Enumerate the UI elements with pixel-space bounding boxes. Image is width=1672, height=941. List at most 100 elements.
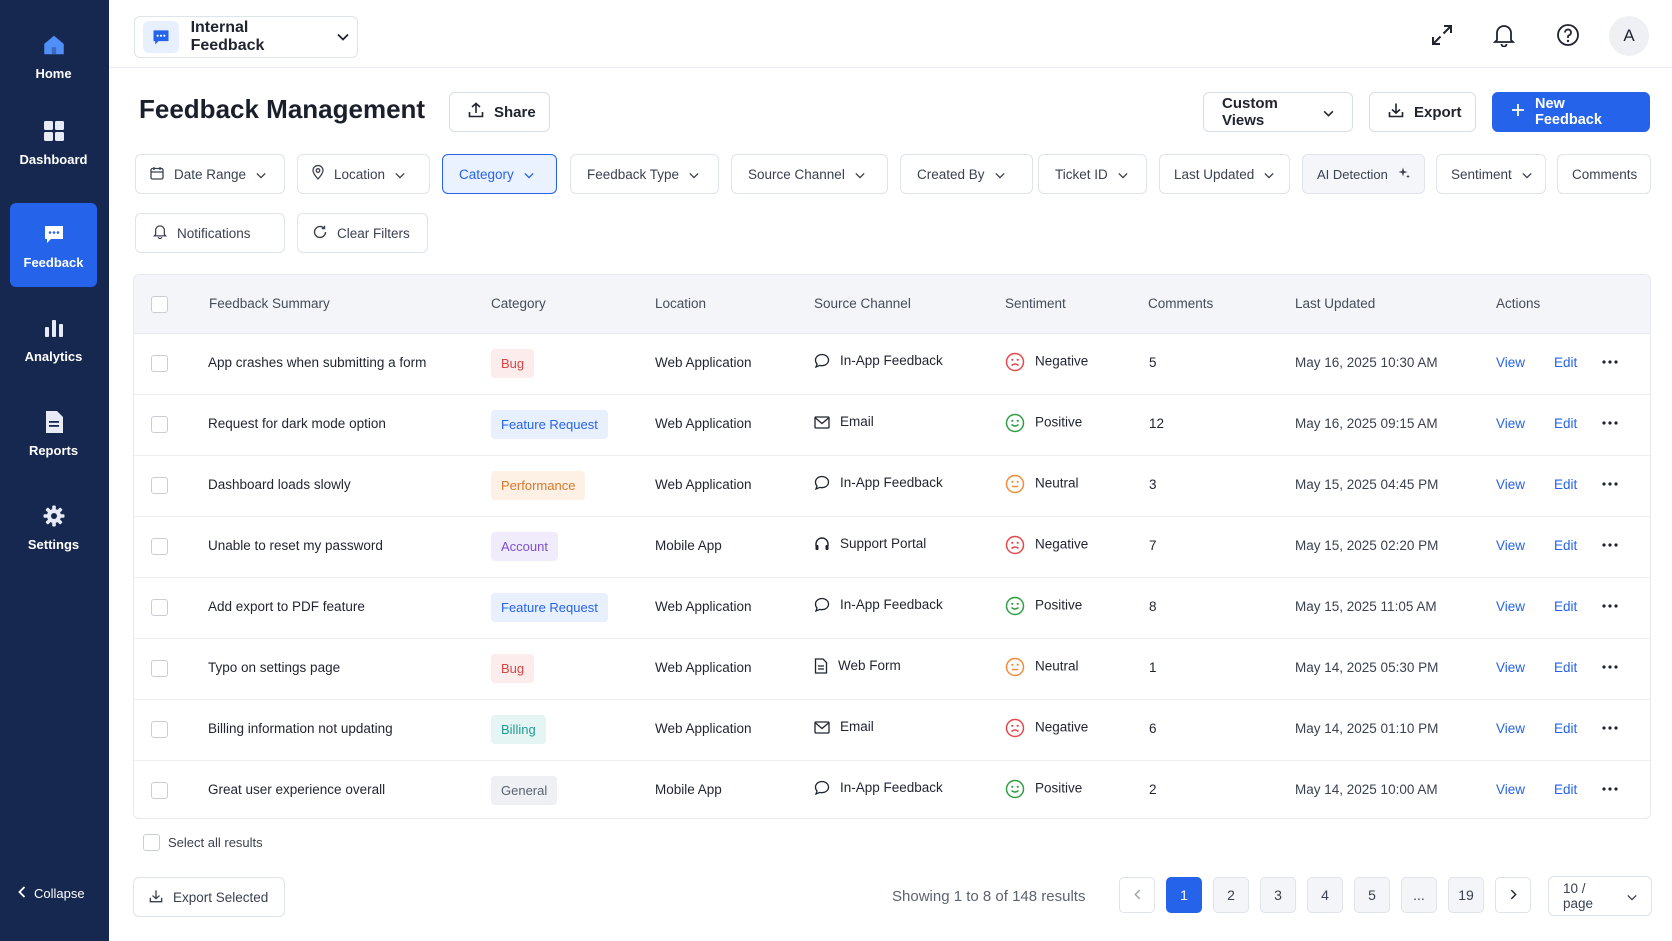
expand-icon[interactable]: [1429, 22, 1455, 48]
page-button[interactable]: 3: [1260, 877, 1296, 913]
edit-link[interactable]: Edit: [1554, 477, 1577, 492]
more-options-icon[interactable]: [1599, 657, 1621, 677]
filter-created-by[interactable]: Created By: [900, 154, 1033, 194]
more-options-icon[interactable]: [1599, 779, 1621, 799]
bell-icon[interactable]: [1491, 22, 1517, 48]
page-button[interactable]: 5: [1354, 877, 1390, 913]
table-row[interactable]: App crashes when submitting a form Bug Web…: [134, 334, 1650, 395]
page-button[interactable]: 1: [1166, 877, 1202, 913]
more-options-icon[interactable]: [1599, 535, 1621, 555]
page-button[interactable]: 4: [1307, 877, 1343, 913]
view-link[interactable]: View: [1496, 721, 1525, 736]
more-options-icon[interactable]: [1599, 596, 1621, 616]
feedback-summary[interactable]: App crashes when submitting a form: [208, 355, 426, 370]
sidebar-item-home[interactable]: Home: [10, 14, 97, 98]
avatar[interactable]: A: [1609, 16, 1649, 56]
column-header[interactable]: Location: [655, 296, 706, 311]
collapse-button[interactable]: Collapse: [18, 886, 85, 901]
select-all-rows-checkbox[interactable]: [151, 296, 168, 313]
column-header[interactable]: Actions: [1496, 296, 1540, 311]
source-channel-cell: In-App Feedback: [814, 780, 943, 796]
filter-location[interactable]: Location: [297, 154, 430, 194]
view-link[interactable]: View: [1496, 660, 1525, 675]
more-options-icon[interactable]: [1599, 413, 1621, 433]
row-checkbox[interactable]: [151, 538, 168, 555]
table-row[interactable]: Billing information not updating Billing W…: [134, 700, 1650, 761]
filter-date-range[interactable]: Date Range: [135, 154, 285, 194]
filter-notifications[interactable]: Notifications: [135, 213, 285, 253]
row-checkbox[interactable]: [151, 599, 168, 616]
sidebar-item-settings[interactable]: Settings: [10, 485, 97, 569]
filter-sentiment[interactable]: Sentiment: [1436, 154, 1546, 194]
page-button[interactable]: 19: [1448, 877, 1484, 913]
table-row[interactable]: Dashboard loads slowly Performance Web App…: [134, 456, 1650, 517]
prev-page-button[interactable]: [1119, 877, 1155, 913]
filter-feedback-type[interactable]: Feedback Type: [570, 154, 719, 194]
new-feedback-button[interactable]: New Feedback: [1492, 92, 1650, 132]
view-link[interactable]: View: [1496, 416, 1525, 431]
row-checkbox[interactable]: [151, 416, 168, 433]
column-header[interactable]: Sentiment: [1005, 296, 1066, 311]
view-link[interactable]: View: [1496, 599, 1525, 614]
more-options-icon[interactable]: [1599, 718, 1621, 738]
view-link[interactable]: View: [1496, 538, 1525, 553]
edit-link[interactable]: Edit: [1554, 782, 1577, 797]
table-row[interactable]: Great user experience overall General Mobi…: [134, 761, 1650, 818]
filter-category[interactable]: Category: [442, 154, 557, 194]
row-checkbox[interactable]: [151, 477, 168, 494]
table-row[interactable]: Request for dark mode option Feature Requ…: [134, 395, 1650, 456]
table-row[interactable]: Unable to reset my password Account Mobile…: [134, 517, 1650, 578]
column-header[interactable]: Feedback Summary: [209, 296, 330, 311]
share-button[interactable]: Share: [449, 92, 550, 132]
feedback-summary[interactable]: Unable to reset my password: [208, 538, 383, 553]
help-icon[interactable]: [1555, 22, 1581, 48]
edit-link[interactable]: Edit: [1554, 599, 1577, 614]
sidebar-item-feedback[interactable]: Feedback: [10, 203, 97, 287]
feedback-summary[interactable]: Great user experience overall: [208, 782, 385, 797]
select-all-checkbox[interactable]: [143, 834, 160, 851]
view-link[interactable]: View: [1496, 355, 1525, 370]
feedback-summary[interactable]: Billing information not updating: [208, 721, 393, 736]
column-header[interactable]: Source Channel: [814, 296, 911, 311]
clear-filters-button[interactable]: Clear Filters: [297, 213, 428, 253]
view-link[interactable]: View: [1496, 477, 1525, 492]
select-all-results[interactable]: Select all results: [143, 834, 263, 851]
page-size-select[interactable]: 10 / page: [1548, 876, 1652, 916]
edit-link[interactable]: Edit: [1554, 416, 1577, 431]
column-header[interactable]: Category: [491, 296, 546, 311]
more-options-icon[interactable]: [1599, 474, 1621, 494]
feedback-summary[interactable]: Request for dark mode option: [208, 416, 386, 431]
feedback-summary[interactable]: Typo on settings page: [208, 660, 340, 675]
filter-comments[interactable]: Comments: [1557, 154, 1651, 194]
sidebar-item-analytics[interactable]: Analytics: [10, 297, 97, 381]
sidebar-item-dashboard[interactable]: Dashboard: [10, 100, 97, 184]
workspace-selector[interactable]: Internal Feedback: [134, 16, 358, 58]
column-header[interactable]: Comments: [1148, 296, 1213, 311]
row-checkbox[interactable]: [151, 782, 168, 799]
table-row[interactable]: Add export to PDF feature Feature Request…: [134, 578, 1650, 639]
edit-link[interactable]: Edit: [1554, 660, 1577, 675]
custom-views-dropdown[interactable]: Custom Views: [1203, 92, 1353, 132]
row-checkbox[interactable]: [151, 660, 168, 677]
next-page-button[interactable]: [1495, 877, 1531, 913]
filter-ticket-id[interactable]: Ticket ID: [1038, 154, 1147, 194]
filter-ai-detection[interactable]: AI Detection: [1302, 154, 1425, 194]
edit-link[interactable]: Edit: [1554, 538, 1577, 553]
more-options-icon[interactable]: [1599, 352, 1621, 372]
last-updated-cell: May 16, 2025 09:15 AM: [1295, 416, 1438, 431]
feedback-summary[interactable]: Add export to PDF feature: [208, 599, 365, 614]
row-checkbox[interactable]: [151, 355, 168, 372]
filter-last-updated[interactable]: Last Updated: [1159, 154, 1290, 194]
row-checkbox[interactable]: [151, 721, 168, 738]
export-button[interactable]: Export: [1369, 92, 1476, 132]
sidebar-item-reports[interactable]: Reports: [10, 391, 97, 475]
feedback-summary[interactable]: Dashboard loads slowly: [208, 477, 351, 492]
edit-link[interactable]: Edit: [1554, 721, 1577, 736]
filter-source-channel[interactable]: Source Channel: [731, 154, 888, 194]
table-row[interactable]: Typo on settings page Bug Web Application W…: [134, 639, 1650, 700]
page-button[interactable]: 2: [1213, 877, 1249, 913]
export-selected-button[interactable]: Export Selected: [133, 877, 285, 917]
edit-link[interactable]: Edit: [1554, 355, 1577, 370]
view-link[interactable]: View: [1496, 782, 1525, 797]
column-header[interactable]: Last Updated: [1295, 296, 1375, 311]
